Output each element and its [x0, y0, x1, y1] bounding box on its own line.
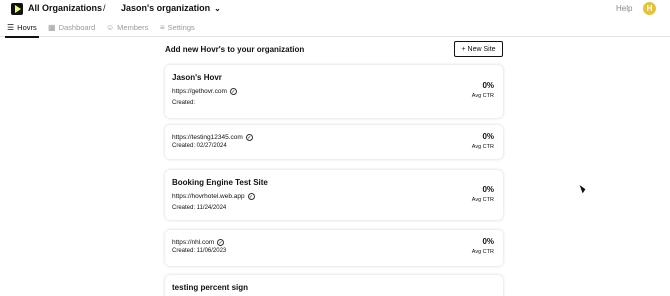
avg-ctr-label: Avg CTR [471, 249, 494, 255]
tab-hovrs[interactable]: ☰ Hovrs [5, 23, 39, 38]
avg-ctr-label: Avg CTR [471, 197, 494, 203]
site-created: Created: 02/27/2024 [172, 143, 227, 149]
mouse-cursor-icon [579, 183, 587, 194]
app-logo-icon[interactable] [11, 3, 23, 15]
avg-ctr-label: Avg CTR [471, 144, 494, 150]
avatar[interactable]: H [643, 2, 656, 15]
dashboard-icon: ▦ [48, 23, 56, 32]
site-card[interactable]: Booking Engine Test Site https://hovrhot… [165, 170, 503, 220]
site-url-text: https://gethovr.com [172, 88, 227, 95]
site-title: Booking Engine Test Site [172, 178, 268, 187]
tab-label: Dashboard [58, 23, 96, 32]
site-url-text: https://testing12345.com [172, 134, 243, 141]
new-site-label: New Site [467, 45, 496, 53]
site-card[interactable]: testing percent sign [165, 275, 503, 296]
new-site-button[interactable]: + New Site [454, 41, 503, 57]
avg-ctr-label: Avg CTR [471, 93, 494, 99]
members-icon: ☺ [106, 23, 115, 32]
plus-icon: + [461, 45, 466, 53]
organization-name: Jason's organization [121, 3, 211, 13]
verified-check-icon: ✓ [245, 134, 253, 141]
settings-icon: ≡ [160, 23, 165, 32]
organization-selector[interactable]: Jason's organization ⌄ [121, 3, 221, 13]
verified-check-icon: ✓ [217, 239, 225, 246]
site-url-text: https://hovrhotel.web.app [172, 193, 245, 200]
site-card[interactable]: https://nhl.com ✓ Created: 11/06/2023 0%… [165, 230, 503, 266]
tab-label: Members [117, 23, 149, 32]
verified-check-icon: ✓ [247, 193, 255, 200]
site-url: https://testing12345.com ✓ [172, 134, 253, 141]
tab-label: Settings [167, 23, 195, 32]
tab-bar: ☰ Hovrs ▦ Dashboard ☺ Members ≡ Settings [0, 20, 670, 38]
tab-label: Hovrs [17, 23, 37, 32]
tab-settings[interactable]: ≡ Settings [160, 23, 195, 32]
site-created: Created: [172, 100, 196, 106]
avg-ctr-value: 0% [482, 132, 494, 141]
tab-members[interactable]: ☺ Members [106, 23, 148, 32]
avg-ctr-value: 0% [482, 237, 494, 246]
verified-check-icon: ✓ [229, 88, 237, 95]
site-url-text: https://nhl.com [172, 239, 215, 246]
avg-ctr-value: 0% [482, 185, 494, 194]
site-created: Created: 11/06/2023 [172, 248, 227, 254]
all-organizations-link[interactable]: All Organizations [28, 3, 102, 13]
site-title: testing percent sign [172, 283, 249, 292]
site-card[interactable]: https://testing12345.com ✓ Created: 02/2… [165, 125, 503, 159]
site-url: https://nhl.com ✓ [172, 239, 225, 246]
breadcrumb-separator: / [103, 3, 106, 13]
list-icon: ☰ [7, 23, 15, 32]
help-link[interactable]: Help [616, 4, 632, 13]
site-card[interactable]: Jason's Hovr https://gethovr.com ✓ Creat… [165, 65, 503, 118]
site-created: Created: 11/24/2024 [172, 205, 227, 211]
avg-ctr-value: 0% [482, 81, 494, 90]
chevron-down-icon: ⌄ [214, 3, 221, 13]
site-url: https://hovrhotel.web.app ✓ [172, 193, 255, 200]
top-bar: All Organizations / Jason's organization… [0, 0, 670, 18]
site-url: https://gethovr.com ✓ [172, 88, 237, 95]
page-title: Add new Hovr's to your organization [165, 45, 305, 54]
site-title: Jason's Hovr [172, 73, 222, 82]
tab-dashboard[interactable]: ▦ Dashboard [48, 23, 95, 32]
